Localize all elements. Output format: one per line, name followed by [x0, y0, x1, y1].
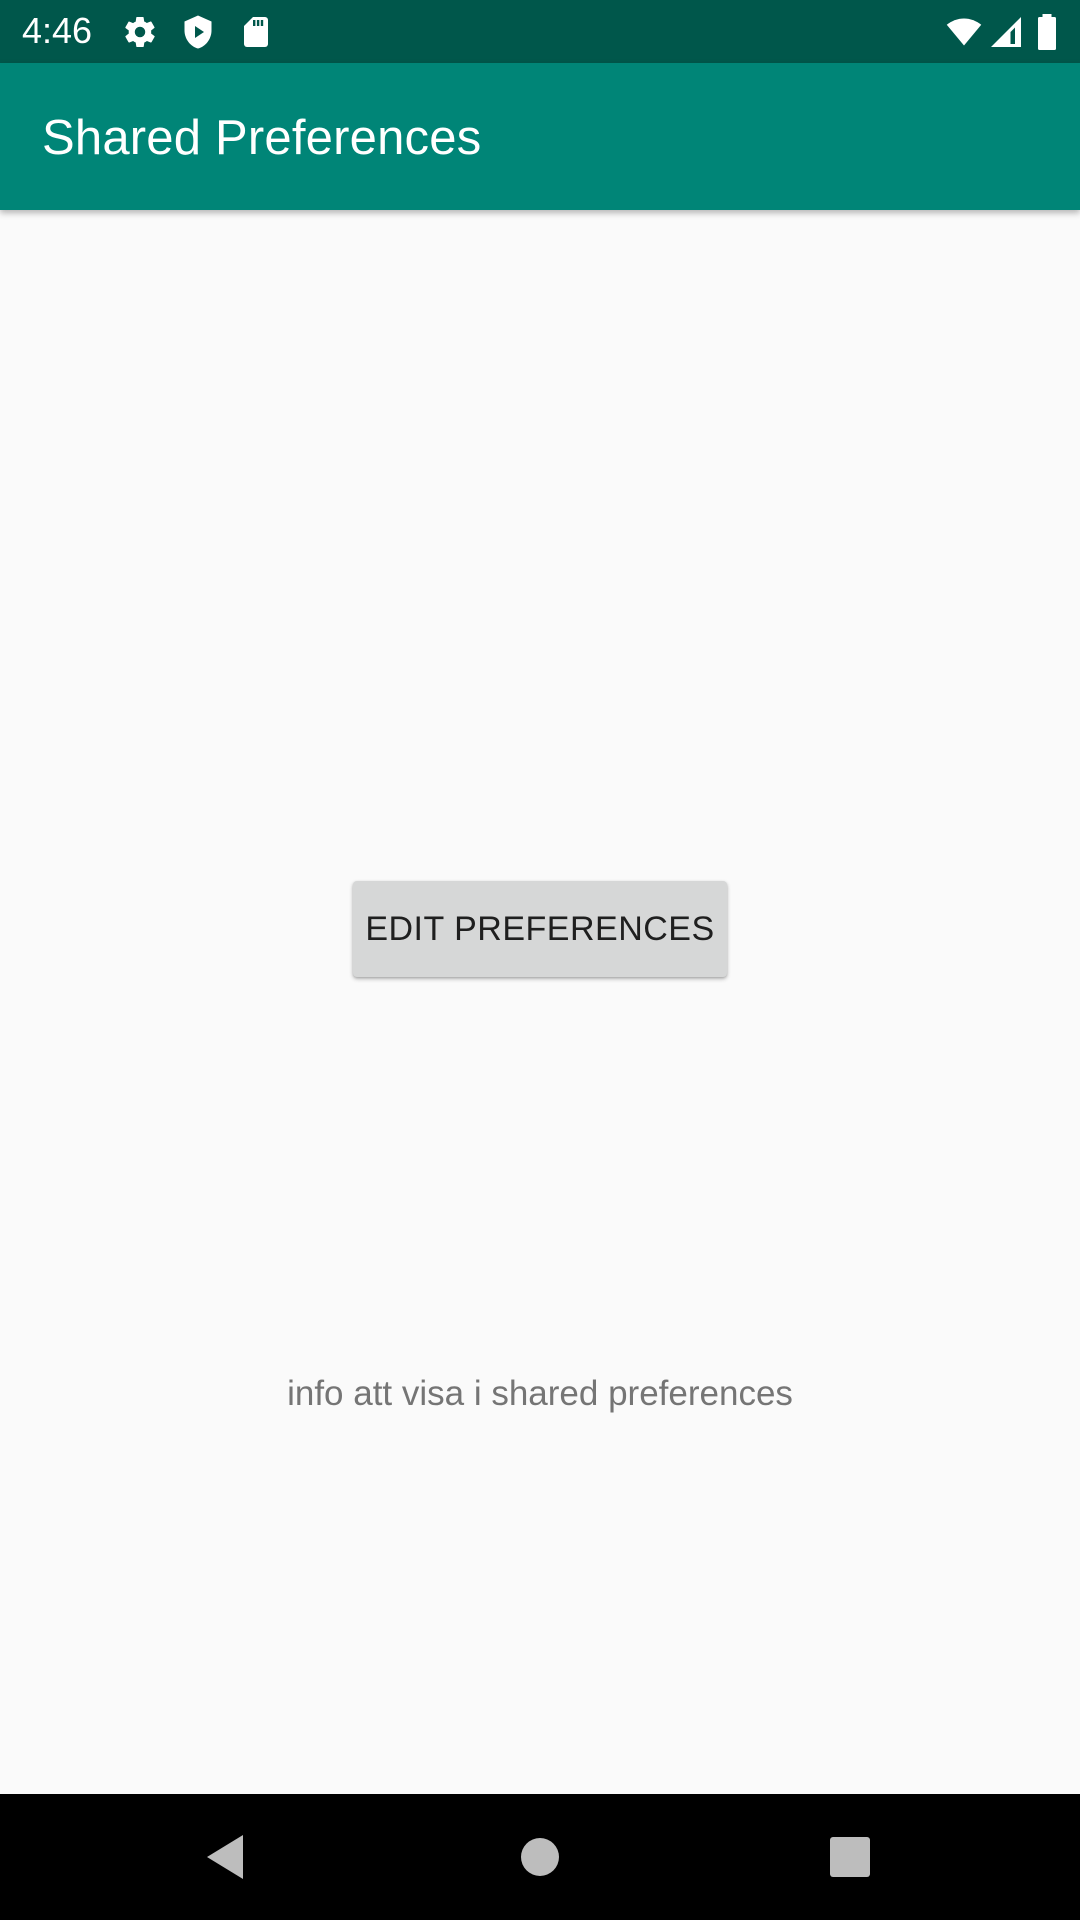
sd-card-icon — [238, 14, 274, 50]
recents-icon — [830, 1837, 870, 1877]
status-bar: 4:46 — [0, 0, 1080, 63]
cell-signal-icon — [988, 14, 1024, 50]
gear-icon — [122, 14, 158, 50]
screen: 4:46 Shared Preferences EDIT PREFERENCES… — [0, 0, 1080, 1920]
recents-button[interactable] — [815, 1822, 885, 1892]
battery-icon — [1036, 14, 1060, 50]
info-text: info att visa i shared preferences — [287, 1374, 793, 1413]
status-time: 4:46 — [22, 10, 93, 51]
home-icon — [521, 1838, 559, 1876]
shield-play-icon — [180, 14, 216, 50]
home-button[interactable] — [505, 1822, 575, 1892]
wifi-icon — [944, 14, 984, 50]
back-icon — [207, 1835, 243, 1879]
app-bar: Shared Preferences — [0, 63, 1080, 210]
main-content: EDIT PREFERENCES info att visa i shared … — [0, 210, 1080, 1794]
back-button[interactable] — [190, 1822, 260, 1892]
edit-preferences-button[interactable]: EDIT PREFERENCES — [353, 881, 727, 977]
app-title: Shared Preferences — [42, 111, 482, 165]
navigation-bar — [0, 1794, 1080, 1920]
